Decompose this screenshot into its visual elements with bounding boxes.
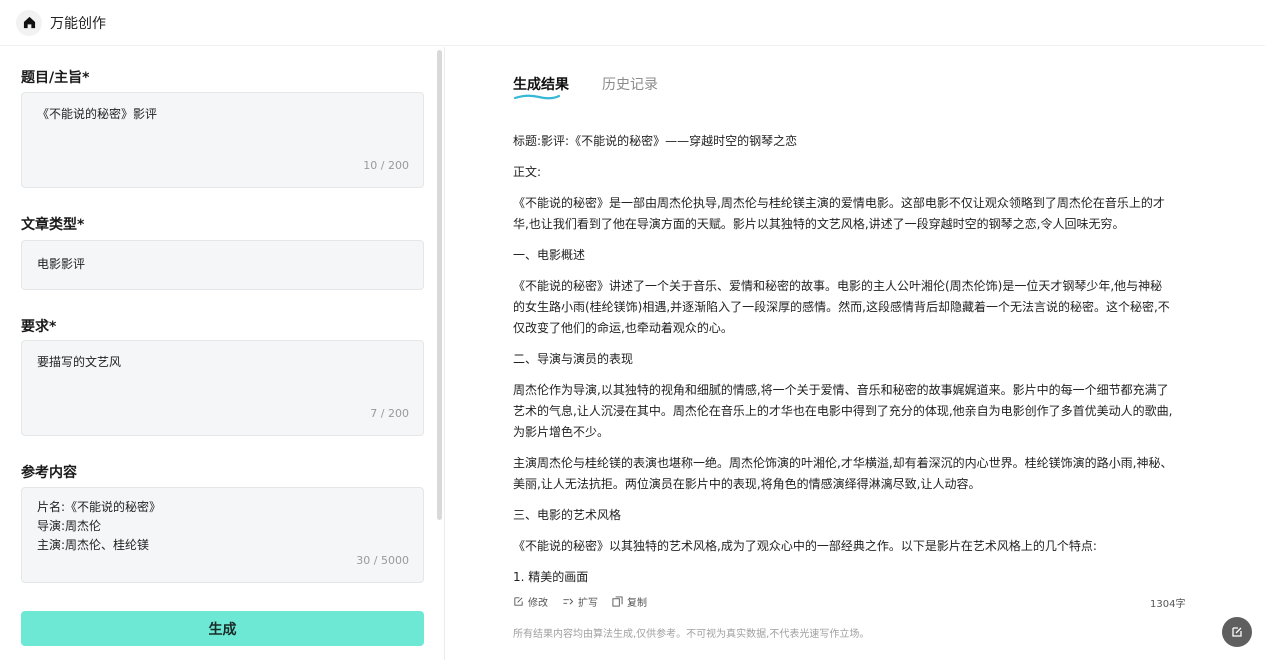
top-bar: 万能创作 [0,0,1265,46]
generate-button[interactable]: 生成 [21,611,424,646]
result-content: 标题:影评:《不能说的秘密》——穿越时空的钢琴之恋 正文: 《不能说的秘密》是一… [513,131,1173,588]
type-label: 文章类型* [21,217,85,233]
copy-label: 复制 [627,598,647,609]
type-input[interactable]: 电影影评 [21,240,424,290]
reference-line: 导演:周杰伦 [37,519,102,533]
expand-icon [563,598,574,605]
result-paragraph: 一、电影概述 [513,248,586,262]
topic-counter: 10 / 200 [363,159,409,172]
topic-label: 题目/主旨* [21,70,90,86]
topic-input[interactable]: 《不能说的秘密》影评 10 / 200 [21,92,424,188]
result-panel: 生成结果 历史记录 标题:影评:《不能说的秘密》——穿越时空的钢琴之恋 正文: … [446,47,1265,660]
tab-underline [513,94,561,100]
reference-counter: 30 / 5000 [356,554,409,567]
requirement-label: 要求* [21,319,57,335]
form-scrollbar[interactable] [437,50,442,520]
requirement-input[interactable]: 要描写的文艺风 7 / 200 [21,340,424,436]
expand-label: 扩写 [578,598,598,609]
topic-value: 《不能说的秘密》影评 [37,107,158,121]
edit-button[interactable]: 修改 [513,594,548,609]
result-paragraph: 主演周杰伦与桂纶镁的表演也堪称一绝。周杰伦饰演的叶湘伦,才华横溢,却有着深沉的内… [513,456,1173,491]
result-actions: 修改 扩写 复制 [513,594,647,609]
edit-label: 修改 [528,598,548,609]
result-paragraph: 1. 精美的画面 [513,570,589,584]
copy-button[interactable]: 复制 [612,594,647,609]
home-icon[interactable] [16,9,42,36]
copy-icon [612,596,623,607]
compose-icon[interactable] [1222,617,1252,647]
disclaimer: 所有结果内容均由算法生成,仅供参考。不可视为真实数据,不代表光速写作立场。 [513,629,870,640]
tab-result[interactable]: 生成结果 [513,74,569,94]
requirement-counter: 7 / 200 [370,407,409,420]
result-paragraph: 标题:影评:《不能说的秘密》——穿越时空的钢琴之恋 [513,134,798,148]
result-paragraph: 三、电影的艺术风格 [513,508,622,522]
reference-line: 主演:周杰伦、桂纶镁 [37,538,150,552]
result-paragraph: 正文: [513,165,542,179]
expand-button[interactable]: 扩写 [562,594,598,609]
result-paragraph: 《不能说的秘密》讲述了一个关于音乐、爱情和秘密的故事。电影的主人公叶湘伦(周杰伦… [513,279,1170,335]
reference-label: 参考内容 [21,465,77,481]
requirement-value: 要描写的文艺风 [37,355,122,369]
word-count: 1304字 [1150,599,1186,610]
reference-line: 片名:《不能说的秘密》 [37,500,162,514]
tab-history[interactable]: 历史记录 [602,74,658,94]
type-value: 电影影评 [37,257,86,271]
result-paragraph: 二、导演与演员的表现 [513,352,634,366]
app-title: 万能创作 [50,15,106,32]
result-paragraph: 《不能说的秘密》以其独特的艺术风格,成为了观众心中的一部经典之作。以下是影片在艺… [513,539,1097,553]
result-paragraph: 周杰伦作为导演,以其独特的视角和细腻的情感,将一个关于爱情、音乐和秘密的故事娓娓… [513,383,1173,439]
edit-icon [514,597,523,606]
reference-input[interactable]: 片名:《不能说的秘密》 导演:周杰伦 主演:周杰伦、桂纶镁 30 / 5000 [21,487,424,583]
result-paragraph: 《不能说的秘密》是一部由周杰伦执导,周杰伦与桂纶镁主演的爱情电影。这部电影不仅让… [513,196,1165,231]
